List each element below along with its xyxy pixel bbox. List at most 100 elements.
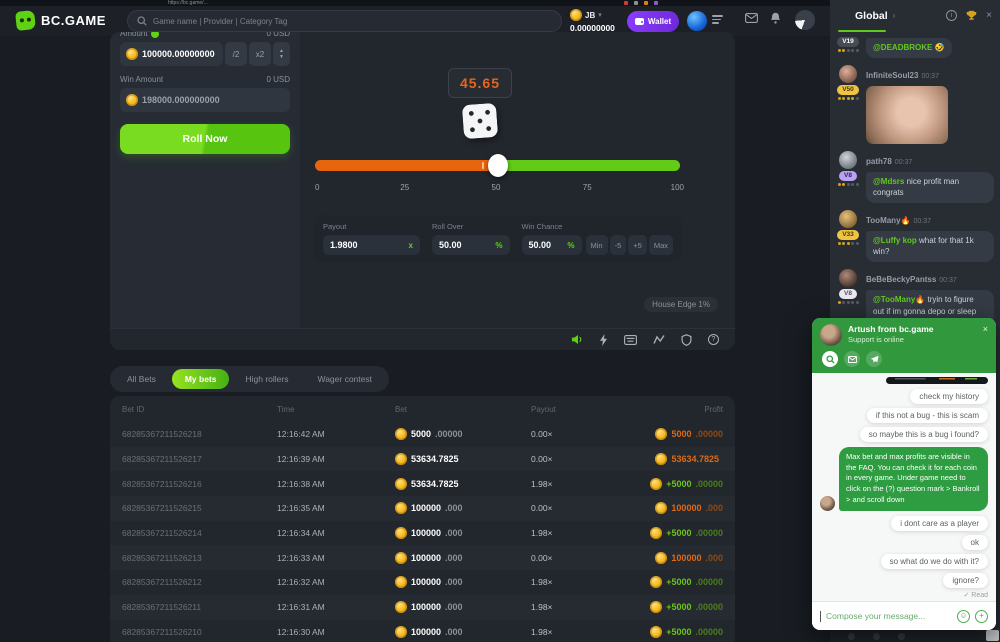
tab-my-bets[interactable]: My bets (172, 369, 230, 389)
help-icon[interactable]: ? (708, 334, 719, 345)
table-row[interactable]: 68285367211526214 12:16:34 AM 100000.000… (110, 521, 735, 546)
turbo-lightning-icon[interactable] (599, 334, 608, 346)
table-row[interactable]: 68285367211526217 12:16:39 AM 53634.7825… (110, 447, 735, 472)
chat-username[interactable]: TooMany🔥 (866, 216, 910, 225)
support-history-screenshot[interactable] (886, 377, 988, 384)
support-email-icon[interactable] (844, 351, 860, 367)
bet-id: 68285367211526218 (122, 429, 277, 439)
dice-game-module: Amount 0 USD 100000.00000000 /2 x2 ▲▼ Wi… (110, 32, 735, 350)
chat-username[interactable]: path78 (866, 157, 892, 166)
bet-payout: 0.00× (531, 503, 631, 513)
payout-input[interactable]: 1.9800 x (323, 235, 420, 255)
mention[interactable]: @Luffy kop (873, 236, 917, 245)
avatar[interactable] (839, 269, 857, 287)
amount-usd-value: 0 USD (266, 32, 290, 38)
support-telegram-icon[interactable] (866, 351, 882, 367)
tab-wager-contest[interactable]: Wager contest (304, 369, 385, 389)
chevron-down-icon: ▾ (598, 11, 602, 19)
chat-username[interactable]: BeBeBeckyPantss (866, 275, 936, 284)
table-row[interactable]: 68285367211526211 12:16:31 AM 100000.000… (110, 595, 735, 620)
bc-game-logo[interactable]: BC.GAME (16, 11, 106, 30)
support-actions (822, 351, 988, 367)
game-search-bar[interactable] (127, 10, 562, 32)
table-row[interactable]: 68285367211526210 12:16:30 AM 100000.000… (110, 620, 735, 642)
chat-username[interactable]: InfiniteSoul23 (866, 71, 918, 80)
coin-icon (655, 552, 667, 564)
plus-5-button[interactable]: +5 (628, 235, 647, 255)
roll-result-display: 45.65 (448, 68, 512, 98)
bet-time: 12:16:38 AM (277, 479, 395, 489)
hotkeys-keyboard-icon[interactable] (624, 335, 637, 345)
coin-icon (655, 428, 667, 440)
bonus-spin-icon[interactable] (795, 10, 815, 30)
fairness-shield-icon[interactable] (681, 334, 692, 346)
stepper-down-icon[interactable]: ▼ (279, 54, 284, 60)
slider-track[interactable] (315, 160, 680, 171)
support-search-icon[interactable] (822, 351, 838, 367)
bet-slip-icon[interactable] (712, 15, 723, 26)
win-amount-input[interactable]: 198000.000000000 (120, 88, 290, 112)
payout-label: Payout (323, 222, 420, 231)
roll-now-button[interactable]: Roll Now (120, 124, 290, 154)
roll-over-input[interactable]: 50.00 % (432, 235, 510, 255)
chat-channel-selector[interactable]: Global (855, 10, 888, 22)
send-icon[interactable]: + (975, 610, 988, 623)
mention[interactable]: @DEADBROKE (873, 43, 932, 52)
trophy-icon[interactable] (966, 10, 977, 21)
avatar[interactable] (839, 65, 857, 83)
bet-profit: 100000.000 (631, 552, 723, 564)
table-row[interactable]: 68285367211526218 12:16:42 AM 5000.00000… (110, 422, 735, 447)
read-receipt: ✓ Read (963, 591, 988, 599)
chat-image-crying-baby[interactable] (866, 86, 948, 144)
emoji-icon[interactable]: ☺ (957, 610, 970, 623)
chat-message: V19 @DEADBROKE 🤣 (836, 35, 994, 58)
table-row[interactable]: 68285367211526215 12:16:35 AM 100000.000… (110, 496, 735, 521)
bet-time: 12:16:32 AM (277, 577, 395, 587)
level-dots (838, 49, 859, 52)
tab-all-bets[interactable]: All Bets (114, 369, 169, 389)
double-bet-button[interactable]: x2 (249, 42, 271, 66)
slider-handle[interactable] (488, 154, 508, 177)
table-row[interactable]: 68285367211526212 12:16:32 AM 100000.000… (110, 570, 735, 595)
sound-icon[interactable] (571, 334, 583, 345)
chat-rules-icon[interactable]: i (946, 10, 957, 21)
min-button[interactable]: Min (586, 235, 608, 255)
coin-icon (395, 626, 407, 638)
support-chat-popup: Artush from bc.game Support is online × … (812, 318, 996, 630)
chat-header: Global › i × (830, 0, 1000, 31)
half-bet-button[interactable]: /2 (225, 42, 247, 66)
win-chance-value: 50.00 (529, 240, 568, 250)
notifications-bell-icon[interactable] (770, 12, 781, 24)
table-row[interactable]: 68285367211526216 12:16:38 AM 53634.7825… (110, 471, 735, 496)
live-stats-icon[interactable] (653, 334, 665, 345)
win-chance-input[interactable]: 50.00 % (522, 235, 582, 255)
tab-high-rollers[interactable]: High rollers (232, 369, 301, 389)
avatar[interactable] (839, 151, 857, 169)
user-avatar[interactable] (687, 11, 707, 31)
mention[interactable]: @TooMany🔥 (873, 295, 925, 304)
table-row[interactable]: 68285367211526213 12:16:33 AM 100000.000… (110, 545, 735, 570)
compose-placeholder[interactable]: Compose your message... (826, 611, 952, 621)
search-input[interactable] (153, 17, 552, 26)
currency-code: JB (585, 11, 595, 20)
col-profit: Profit (631, 405, 723, 414)
support-close-icon[interactable]: × (983, 324, 988, 334)
minus-5-button[interactable]: -5 (610, 235, 627, 255)
currency-selector[interactable]: JB ▾ 0.00000000 (570, 9, 615, 33)
scroll-to-bottom-button[interactable] (986, 630, 999, 641)
amount-stepper[interactable]: ▲▼ (273, 42, 290, 66)
avatar[interactable] (839, 210, 857, 228)
currency-toggle-icon[interactable] (151, 32, 159, 38)
bet-amount-input[interactable]: 100000.00000000 (120, 42, 223, 66)
coin-icon (650, 478, 662, 490)
bets-tab-bar: All Bets My bets High rollers Wager cont… (110, 366, 389, 392)
bet-id: 68285367211526212 (122, 577, 277, 587)
chat-close-icon[interactable]: × (986, 10, 992, 21)
win-chance-label: Win Chance (522, 222, 674, 231)
bc-game-logo-text: BC.GAME (41, 13, 106, 28)
max-button[interactable]: Max (649, 235, 673, 255)
support-compose-bar[interactable]: Compose your message... ☺ + (812, 601, 996, 630)
mention[interactable]: @Mdsrs (873, 177, 904, 186)
wallet-button[interactable]: Wallet (627, 11, 679, 32)
messages-icon[interactable] (745, 13, 758, 23)
